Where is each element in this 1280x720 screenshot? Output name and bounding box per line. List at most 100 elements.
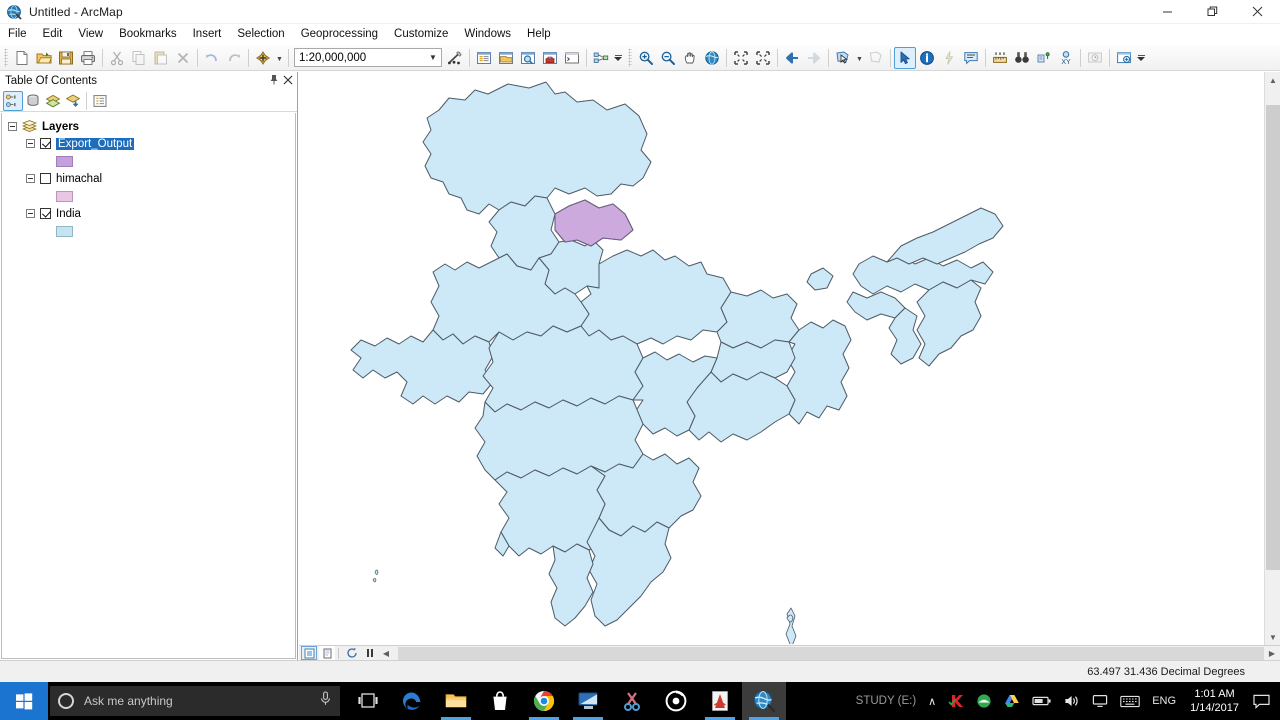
network-tray-icon[interactable] — [1086, 682, 1114, 720]
toc-root-layers[interactable]: Layers — [2, 118, 295, 135]
toc-layer-export-output[interactable]: Export_Output — [2, 135, 295, 152]
snipping-tool-button[interactable] — [610, 682, 654, 720]
expander-icon[interactable] — [8, 122, 17, 131]
table-of-contents-button[interactable] — [473, 47, 495, 69]
cortana-search-box[interactable]: Ask me anything — [50, 686, 340, 716]
catalog-button[interactable] — [495, 47, 517, 69]
list-by-visibility-button[interactable] — [43, 91, 63, 111]
menu-insert[interactable]: Insert — [185, 25, 230, 44]
delete-button[interactable] — [172, 47, 194, 69]
action-center-button[interactable] — [1247, 682, 1276, 720]
layer-visibility-checkbox[interactable] — [40, 138, 51, 149]
google-drive-tray-icon[interactable] — [998, 682, 1026, 720]
scroll-left-arrow-icon[interactable]: ◀ — [378, 646, 394, 660]
map-vertical-scrollbar[interactable]: ▲ ▼ — [1264, 72, 1280, 645]
keyboard-tray-icon[interactable] — [1114, 682, 1146, 720]
copy-button[interactable] — [128, 47, 150, 69]
measure-button[interactable] — [989, 47, 1011, 69]
menu-edit[interactable]: Edit — [35, 25, 71, 44]
layer-symbol-swatch[interactable] — [56, 155, 73, 167]
redo-button[interactable] — [223, 47, 245, 69]
list-by-source-button[interactable] — [23, 91, 43, 111]
search-window-button[interactable] — [517, 47, 539, 69]
show-hidden-icons-button[interactable]: ∧ — [922, 682, 942, 720]
toc-layer-himachal[interactable]: himachal — [2, 170, 295, 187]
arcmap-button[interactable] — [742, 682, 786, 720]
full-extent-button[interactable] — [701, 47, 723, 69]
menu-file[interactable]: File — [0, 25, 35, 44]
start-button[interactable] — [0, 682, 48, 720]
create-viewer-window-button[interactable] — [1113, 47, 1135, 69]
search-input[interactable]: Ask me anything — [84, 694, 319, 708]
app-green-tray-icon[interactable] — [970, 682, 998, 720]
identify-button[interactable] — [916, 47, 938, 69]
battery-tray-icon[interactable] — [1026, 682, 1058, 720]
volume-tray-icon[interactable] — [1058, 682, 1086, 720]
recorder-button[interactable] — [654, 682, 698, 720]
remote-desktop-button[interactable] — [566, 682, 610, 720]
pin-icon[interactable] — [267, 74, 281, 88]
select-elements-button[interactable] — [894, 46, 916, 69]
toolbar-overflow-button[interactable] — [612, 47, 624, 69]
menu-bookmarks[interactable]: Bookmarks — [111, 25, 185, 44]
clear-selection-button[interactable] — [865, 47, 887, 69]
close-icon[interactable] — [281, 75, 295, 88]
go-back-extent-button[interactable] — [781, 47, 803, 69]
zoom-in-button[interactable] — [635, 47, 657, 69]
store-button[interactable] — [478, 682, 522, 720]
layer-symbol-swatch[interactable] — [56, 190, 73, 202]
find-route-button[interactable] — [1033, 47, 1055, 69]
map-scale-combobox[interactable]: 1:20,000,000 ▼ — [294, 48, 442, 67]
zoom-out-button[interactable] — [657, 47, 679, 69]
acrobat-reader-button[interactable] — [698, 682, 742, 720]
chevron-down-icon[interactable]: ▼ — [425, 53, 441, 62]
layout-view-button[interactable] — [319, 646, 335, 660]
task-view-button[interactable] — [346, 682, 390, 720]
microphone-icon[interactable] — [319, 691, 332, 711]
toolbar-grip[interactable] — [4, 48, 8, 67]
select-features-button[interactable] — [832, 47, 854, 69]
layer-symbol-swatch[interactable] — [56, 225, 73, 237]
map-canvas[interactable] — [303, 74, 1263, 644]
expander-icon[interactable] — [26, 209, 35, 218]
expander-icon[interactable] — [26, 139, 35, 148]
find-button[interactable] — [1011, 47, 1033, 69]
menu-geoprocessing[interactable]: Geoprocessing — [293, 25, 386, 44]
maximize-restore-button[interactable] — [1190, 0, 1235, 24]
paste-button[interactable] — [150, 47, 172, 69]
cut-button[interactable] — [106, 47, 128, 69]
file-explorer-button[interactable] — [434, 682, 478, 720]
menu-selection[interactable]: Selection — [229, 25, 292, 44]
toc-layer-india[interactable]: India — [2, 205, 295, 222]
close-button[interactable] — [1235, 0, 1280, 24]
menu-customize[interactable]: Customize — [386, 25, 456, 44]
scroll-right-arrow-icon[interactable]: ▶ — [1264, 646, 1280, 660]
menu-help[interactable]: Help — [519, 25, 559, 44]
scroll-up-arrow-icon[interactable]: ▲ — [1265, 72, 1280, 88]
menu-windows[interactable]: Windows — [456, 25, 519, 44]
fixed-zoom-out-button[interactable] — [752, 47, 774, 69]
expander-icon[interactable] — [26, 174, 35, 183]
language-indicator[interactable]: ENG — [1146, 682, 1182, 720]
refresh-view-button[interactable] — [344, 646, 360, 660]
data-view-button[interactable] — [301, 646, 317, 660]
list-by-drawing-order-button[interactable] — [3, 90, 23, 111]
add-data-button[interactable] — [252, 47, 274, 69]
list-by-selection-button[interactable] — [63, 91, 83, 111]
kaspersky-tray-icon[interactable] — [942, 682, 970, 720]
time-slider-button[interactable] — [1084, 47, 1106, 69]
vertical-scroll-thumb[interactable] — [1266, 105, 1280, 570]
print-button[interactable] — [77, 47, 99, 69]
scroll-down-arrow-icon[interactable]: ▼ — [1265, 629, 1280, 645]
toolbar-grip[interactable] — [628, 48, 632, 67]
taskbar-clock[interactable]: 1:01 AM 1/14/2017 — [1182, 682, 1247, 720]
minimize-button[interactable] — [1145, 0, 1190, 24]
fixed-zoom-in-button[interactable] — [730, 47, 752, 69]
select-features-dropdown[interactable]: ▼ — [854, 47, 865, 69]
editor-toolbar-button[interactable] — [444, 47, 466, 69]
new-map-button[interactable] — [11, 47, 33, 69]
toolbar-overflow-button-2[interactable] — [1135, 47, 1147, 69]
map-horizontal-scrollbar[interactable] — [398, 646, 1264, 660]
hyperlink-button[interactable] — [938, 47, 960, 69]
go-to-xy-button[interactable]: XY — [1055, 47, 1077, 69]
